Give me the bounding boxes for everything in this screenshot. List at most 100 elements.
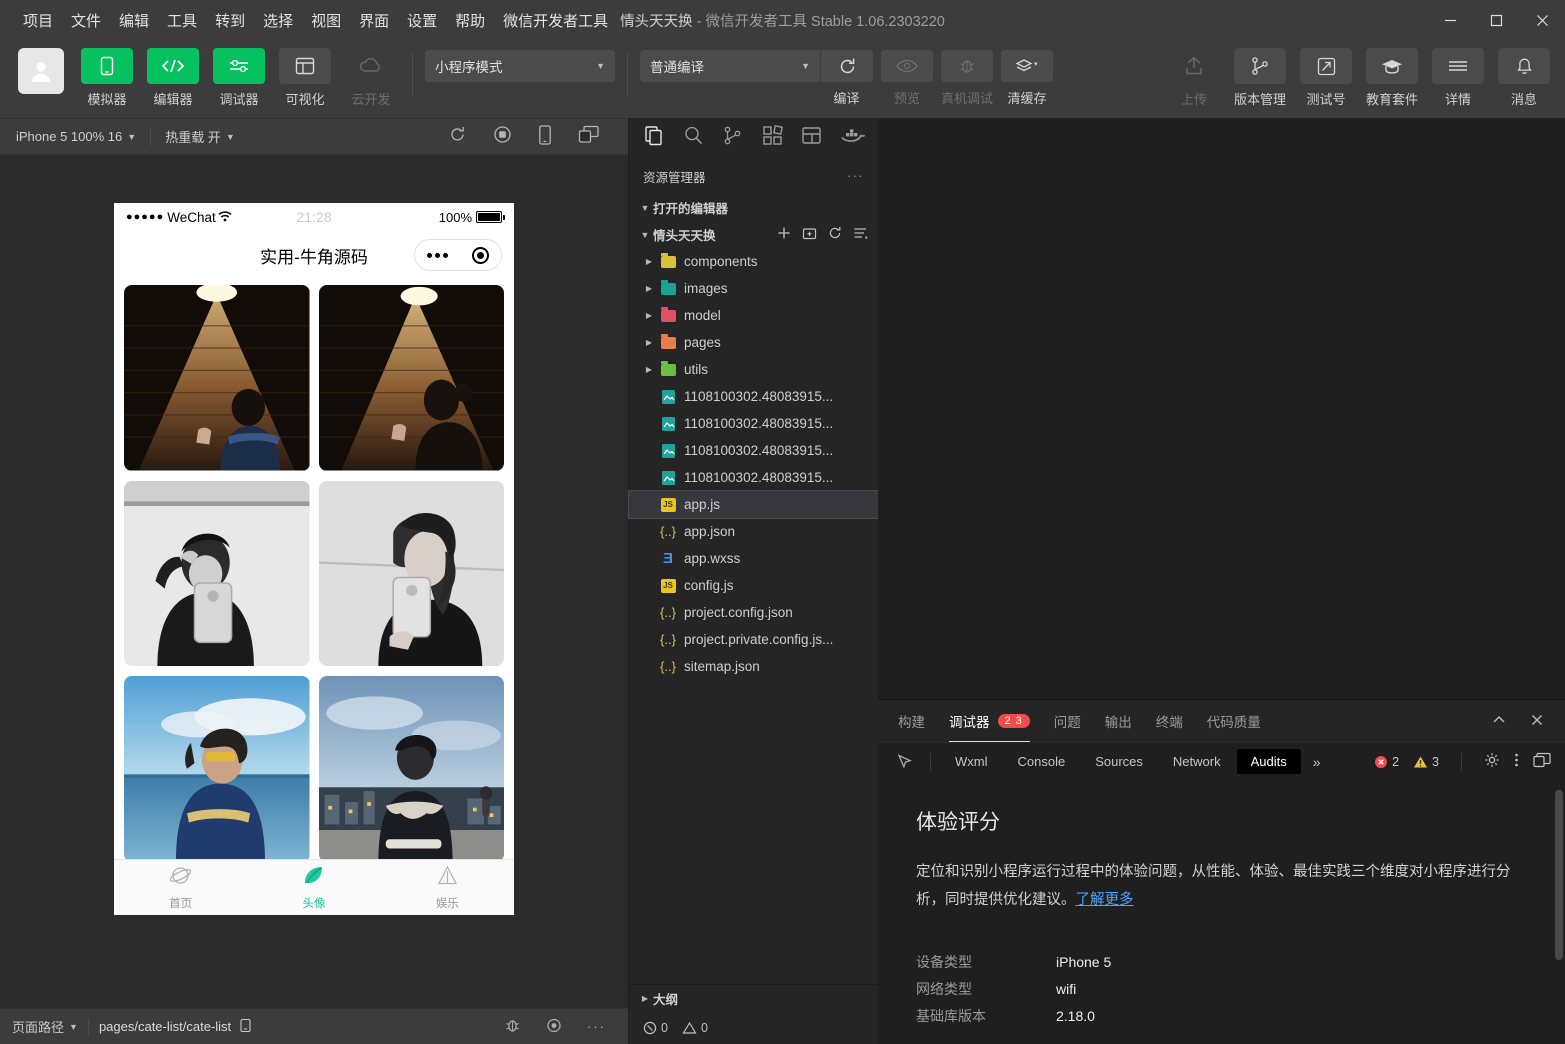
tab-output[interactable]: 输出 bbox=[1105, 700, 1132, 742]
file-row-image-4[interactable]: 1108100302.48083915... bbox=[629, 464, 878, 491]
tab-code-quality[interactable]: 代码质量 bbox=[1207, 700, 1261, 742]
devtools-tab-audits[interactable]: Audits bbox=[1237, 749, 1301, 774]
extensions-icon[interactable] bbox=[758, 121, 787, 155]
folder-row-components[interactable]: ▶ components bbox=[629, 248, 878, 275]
menu-item-edit[interactable]: 编辑 bbox=[110, 6, 158, 35]
devtools-tab-console[interactable]: Console bbox=[1004, 749, 1080, 774]
devtools-error-count[interactable]: 2 bbox=[1374, 755, 1399, 769]
file-row-image-1[interactable]: 1108100302.48083915... bbox=[629, 383, 878, 410]
tab-home[interactable]: 首页 bbox=[114, 860, 247, 915]
file-row-image-2[interactable]: 1108100302.48083915... bbox=[629, 410, 878, 437]
section-outline[interactable]: ▶ 大纲 bbox=[629, 985, 878, 1012]
gallery-item-mirror-selfie-man-bw[interactable] bbox=[124, 481, 310, 667]
folder-row-pages[interactable]: ▶ pages bbox=[629, 329, 878, 356]
more-dots-icon[interactable] bbox=[427, 253, 448, 258]
menu-item-file[interactable]: 文件 bbox=[62, 6, 110, 35]
file-row-project-private-config[interactable]: {..} project.private.config.js... bbox=[629, 626, 878, 653]
version-control-button[interactable]: 版本管理 bbox=[1231, 48, 1289, 108]
toolbar-cloud-button[interactable]: 云开发 bbox=[342, 48, 400, 108]
refresh-icon[interactable] bbox=[828, 226, 842, 243]
toolbar-simulator-button[interactable]: 模拟器 bbox=[78, 48, 136, 108]
collapse-all-icon[interactable] bbox=[853, 226, 868, 243]
menu-item-devtools[interactable]: 微信开发者工具 bbox=[494, 6, 617, 35]
account-avatar-button[interactable] bbox=[12, 48, 70, 94]
collapse-icon[interactable] bbox=[1491, 712, 1507, 731]
section-open-editors[interactable]: ▼ 打开的编辑器 bbox=[629, 194, 878, 221]
audits-learn-more-link[interactable]: 了解更多 bbox=[1076, 892, 1134, 908]
menu-item-goto[interactable]: 转到 bbox=[206, 6, 254, 35]
message-button[interactable]: 消息 bbox=[1495, 48, 1553, 108]
tab-entertainment[interactable]: 娱乐 bbox=[381, 860, 514, 915]
source-control-icon[interactable] bbox=[718, 121, 747, 155]
layout-icon[interactable] bbox=[797, 121, 826, 155]
docker-icon[interactable] bbox=[836, 122, 867, 154]
chevron-down-icon[interactable]: ▼ bbox=[69, 1022, 78, 1032]
device-selector[interactable]: iPhone 5 100% 16 ▼ bbox=[10, 126, 142, 147]
devtools-warning-count[interactable]: 3 bbox=[1413, 755, 1439, 769]
file-row-config-js[interactable]: JS config.js bbox=[629, 572, 878, 599]
gallery-scroll-area[interactable] bbox=[114, 279, 514, 859]
eye-icon[interactable] bbox=[545, 1018, 563, 1036]
maximize-button[interactable] bbox=[1473, 0, 1519, 40]
rotate-icon[interactable] bbox=[448, 125, 467, 148]
file-row-app-js[interactable]: JS app.js bbox=[629, 491, 878, 518]
menu-item-help[interactable]: 帮助 bbox=[446, 6, 494, 35]
bug-icon[interactable] bbox=[504, 1017, 521, 1037]
more-icon[interactable]: ··· bbox=[587, 1019, 606, 1034]
section-project-root[interactable]: ▼ 情头天天换 bbox=[629, 221, 878, 248]
audits-scrollbar[interactable] bbox=[1555, 790, 1563, 960]
close-icon[interactable] bbox=[1529, 712, 1545, 731]
file-row-project-config-json[interactable]: {..} project.config.json bbox=[629, 599, 878, 626]
folder-row-model[interactable]: ▶ model bbox=[629, 302, 878, 329]
menu-item-view[interactable]: 视图 bbox=[302, 6, 350, 35]
close-button[interactable] bbox=[1519, 0, 1565, 40]
file-row-app-json[interactable]: {..} app.json bbox=[629, 518, 878, 545]
warning-count[interactable]: 0 bbox=[682, 1021, 708, 1035]
tab-debugger[interactable]: 调试器 2 3 bbox=[949, 700, 1030, 742]
toolbar-visualize-button[interactable]: 可视化 bbox=[276, 48, 334, 108]
files-icon[interactable] bbox=[640, 121, 669, 155]
compile-select[interactable]: 普通编译 ▼ bbox=[640, 50, 820, 82]
tab-build[interactable]: 构建 bbox=[898, 700, 925, 742]
devtools-tab-wxml[interactable]: Wxml bbox=[941, 749, 1002, 774]
menu-item-settings[interactable]: 设置 bbox=[398, 6, 446, 35]
multi-screen-icon[interactable] bbox=[578, 125, 600, 148]
folder-row-images[interactable]: ▶ images bbox=[629, 275, 878, 302]
tab-avatar[interactable]: 头像 bbox=[247, 860, 380, 915]
search-icon[interactable] bbox=[679, 121, 708, 155]
gallery-item-seaside-woman-sunglasses[interactable] bbox=[124, 676, 310, 859]
folder-row-utils[interactable]: ▶ utils bbox=[629, 356, 878, 383]
target-icon[interactable] bbox=[472, 247, 489, 264]
mode-select[interactable]: 小程序模式 ▼ bbox=[425, 50, 615, 82]
error-count[interactable]: 0 bbox=[643, 1021, 668, 1035]
layers-icon[interactable]: ▾ bbox=[1001, 50, 1053, 82]
copy-icon[interactable] bbox=[239, 1018, 252, 1036]
tab-problems[interactable]: 问题 bbox=[1054, 700, 1081, 742]
compile-button[interactable] bbox=[821, 50, 873, 82]
menu-item-interface[interactable]: 界面 bbox=[350, 6, 398, 35]
editor-area[interactable] bbox=[878, 118, 1565, 699]
menu-item-tools[interactable]: 工具 bbox=[158, 6, 206, 35]
file-row-sitemap-json[interactable]: {..} sitemap.json bbox=[629, 653, 878, 680]
dock-icon[interactable] bbox=[1533, 752, 1555, 771]
gallery-item-spotlight-brick-man[interactable] bbox=[124, 285, 310, 471]
more-dots-icon[interactable]: ··· bbox=[847, 169, 864, 183]
wechat-capsule[interactable] bbox=[414, 239, 502, 271]
inspect-icon[interactable] bbox=[888, 749, 920, 775]
details-button[interactable]: 详情 bbox=[1429, 48, 1487, 108]
file-row-image-3[interactable]: 1108100302.48083915... bbox=[629, 437, 878, 464]
gallery-item-mirror-selfie-woman-bw[interactable] bbox=[319, 481, 505, 667]
kebab-icon[interactable] bbox=[1514, 752, 1519, 771]
new-file-icon[interactable] bbox=[777, 226, 791, 243]
education-kit-button[interactable]: 教育套件 bbox=[1363, 48, 1421, 108]
page-path-label[interactable]: 页面路径 bbox=[12, 1017, 64, 1036]
menu-item-project[interactable]: 项目 bbox=[14, 6, 62, 35]
device-icon[interactable] bbox=[538, 125, 552, 148]
upload-button[interactable]: 上传 bbox=[1165, 48, 1223, 108]
hot-reload-selector[interactable]: 热重载 开 ▼ bbox=[159, 124, 241, 149]
devtools-tab-sources[interactable]: Sources bbox=[1081, 749, 1157, 774]
devtools-tab-network[interactable]: Network bbox=[1159, 749, 1235, 774]
minimize-button[interactable] bbox=[1427, 0, 1473, 40]
file-row-app-wxss[interactable]: Ǝ app.wxss bbox=[629, 545, 878, 572]
toolbar-editor-button[interactable]: 编辑器 bbox=[144, 48, 202, 108]
